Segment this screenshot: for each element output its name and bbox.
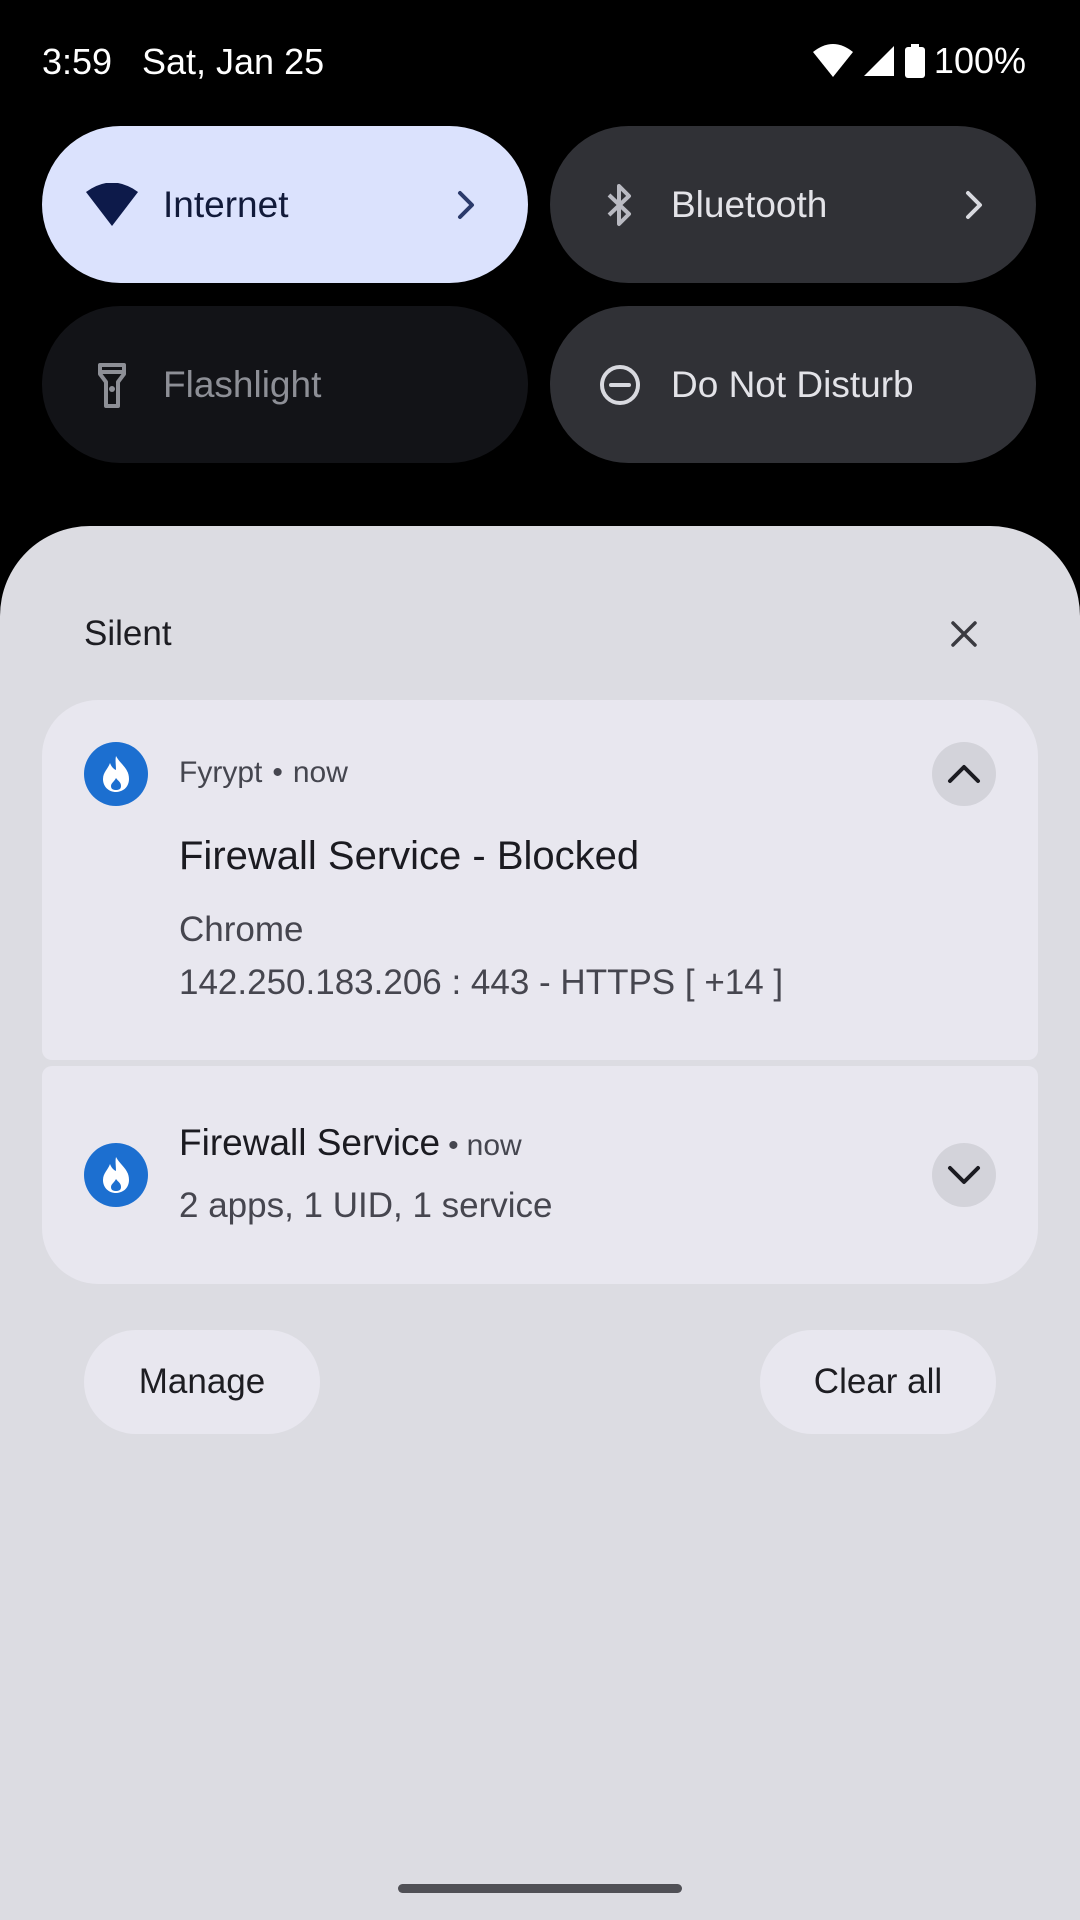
close-icon[interactable]: [940, 610, 988, 658]
tile-flashlight-label: Flashlight: [163, 363, 322, 405]
notification-time: now: [292, 756, 348, 789]
tile-flashlight[interactable]: Flashlight: [42, 306, 528, 463]
bluetooth-icon: [592, 177, 648, 233]
wifi-icon: [812, 44, 854, 78]
flashlight-icon: [84, 357, 140, 413]
flame-icon: [84, 742, 148, 806]
expand-button[interactable]: [932, 1143, 996, 1207]
notification-header: Firewall Service • now: [179, 1122, 522, 1164]
chevron-right-icon[interactable]: [954, 185, 994, 225]
tile-internet[interactable]: Internet: [42, 126, 528, 283]
notification-header: Fyrypt • now: [179, 756, 348, 790]
notification-shade: Silent Fyrypt • now Firewall Service - Blo…: [0, 526, 1080, 1920]
battery-icon: [904, 44, 926, 78]
tile-bluetooth-label: Bluetooth: [671, 183, 828, 225]
clear-all-button[interactable]: Clear all: [760, 1330, 996, 1434]
separator-dot: •: [448, 1129, 459, 1162]
notification-address: 142.250.183.206 : 443 - HTTPS [ +14 ]: [179, 963, 784, 1002]
navigation-handle[interactable]: [398, 1884, 682, 1893]
manage-button[interactable]: Manage: [84, 1330, 320, 1434]
status-icons: 100%: [812, 40, 1026, 82]
signal-icon: [862, 44, 896, 78]
tile-internet-label: Internet: [163, 183, 289, 225]
tile-dnd-label: Do Not Disturb: [671, 363, 914, 405]
chevron-up-icon: [948, 765, 980, 783]
status-bar: 3:59 Sat, Jan 25 100%: [0, 0, 1080, 124]
notification-card-expanded[interactable]: Fyrypt • now Firewall Service - Blocked Ch…: [42, 700, 1038, 1060]
notification-title: Firewall Service: [179, 1122, 441, 1163]
collapse-button[interactable]: [932, 742, 996, 806]
status-date: Sat, Jan 25: [142, 41, 325, 82]
app-name: Fyrypt: [179, 756, 263, 789]
notification-app-blocked: Chrome: [179, 910, 304, 949]
wifi-icon: [84, 177, 140, 233]
screen: 3:59 Sat, Jan 25 100% Internet Bluetooth…: [0, 0, 1080, 1920]
chevron-down-icon: [948, 1166, 980, 1184]
notification-time: now: [466, 1129, 522, 1162]
section-label: Silent: [84, 614, 172, 653]
separator-dot: •: [272, 756, 283, 789]
notification-card-collapsed[interactable]: Firewall Service • now 2 apps, 1 UID, 1 se…: [42, 1066, 1038, 1284]
notification-group: Fyrypt • now Firewall Service - Blocked Ch…: [42, 700, 1038, 1284]
battery-percent: 100%: [933, 40, 1026, 81]
tile-do-not-disturb[interactable]: Do Not Disturb: [550, 306, 1036, 463]
notification-title: Firewall Service - Blocked: [179, 834, 640, 878]
notification-summary: 2 apps, 1 UID, 1 service: [179, 1186, 553, 1225]
status-time: 3:59: [42, 41, 113, 82]
flame-icon: [84, 1143, 148, 1207]
dnd-icon: [592, 357, 648, 413]
tile-bluetooth[interactable]: Bluetooth: [550, 126, 1036, 283]
chevron-right-icon[interactable]: [446, 185, 486, 225]
